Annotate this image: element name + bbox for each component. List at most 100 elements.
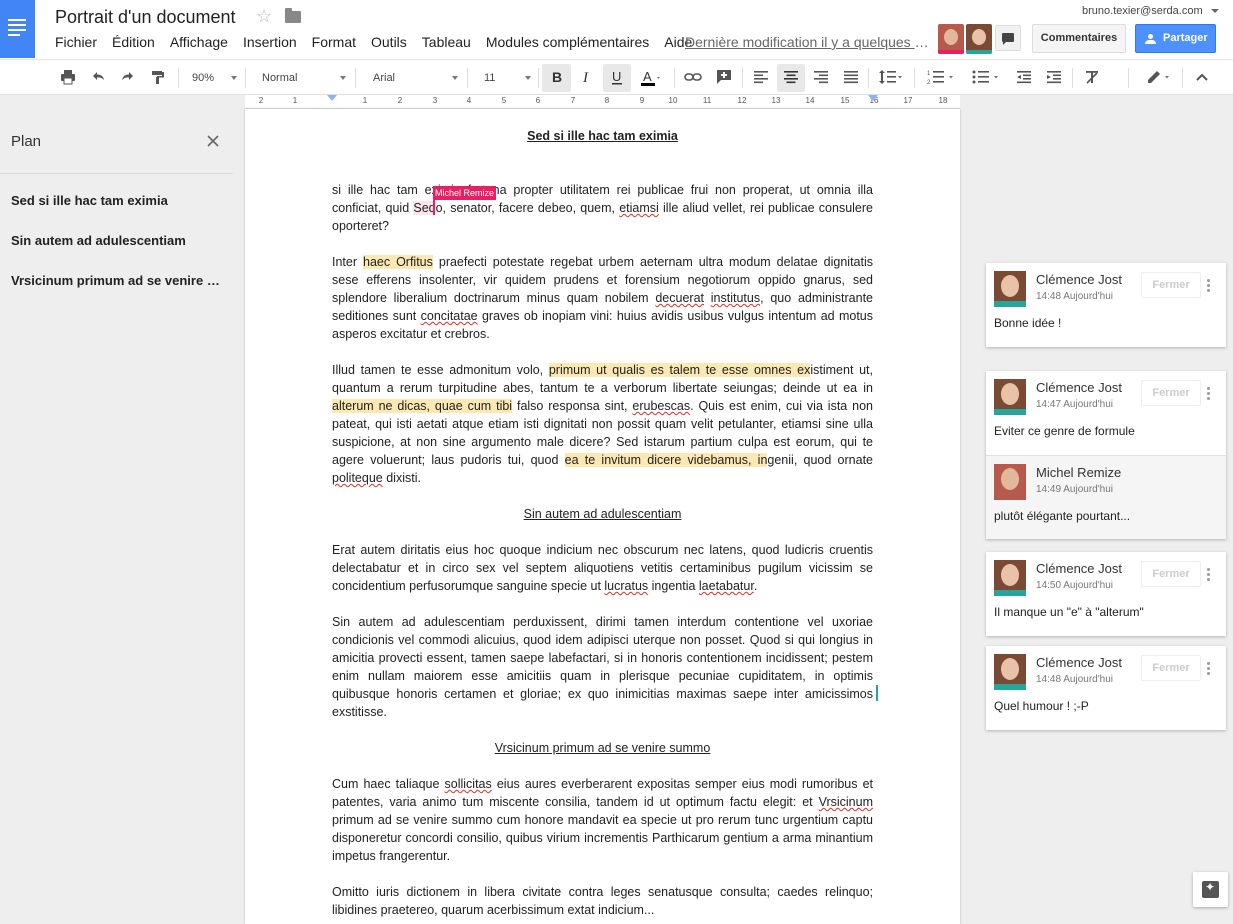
redo-icon[interactable]: [116, 64, 140, 92]
collaborator-avatar[interactable]: [938, 24, 964, 54]
menu-format[interactable]: Format: [312, 34, 356, 50]
collaborator-cursor-label: Michel Remize: [433, 186, 497, 200]
more-options-icon[interactable]: [1207, 387, 1210, 400]
link-icon[interactable]: [681, 64, 705, 92]
document-heading: Sed si ille hac tam eximia: [527, 129, 678, 143]
explore-button[interactable]: [1193, 872, 1228, 907]
collapse-menu-icon[interactable]: [1190, 64, 1214, 92]
star-icon[interactable]: ☆: [256, 6, 272, 27]
comment-thread[interactable]: Clémence Jost 14:48 Aujourd'hui Fermer Q…: [986, 646, 1226, 730]
align-right-icon[interactable]: [809, 64, 833, 92]
document-title[interactable]: Portrait d'un document: [55, 7, 236, 28]
commented-text[interactable]: ea te invitum dicere videbamus, in: [564, 453, 768, 467]
menu-affichage[interactable]: Affichage: [170, 34, 228, 50]
menu-tableau[interactable]: Tableau: [422, 34, 471, 50]
comment-reply: Michel Remize 14:49 Aujourd'hui plutôt é…: [986, 455, 1226, 539]
spelling-error[interactable]: institutus: [711, 291, 760, 305]
app-header: Portrait d'un document ☆ Fichier Édition…: [0, 0, 1233, 59]
text-color-icon[interactable]: A: [633, 64, 669, 92]
comment-thread[interactable]: Clémence Jost 14:50 Aujourd'hui Fermer I…: [986, 552, 1226, 636]
right-indent-marker[interactable]: [868, 95, 878, 101]
align-center-icon[interactable]: [777, 64, 805, 92]
spelling-error[interactable]: Vrsicinum: [819, 795, 873, 809]
resolve-button[interactable]: Fermer: [1141, 561, 1201, 587]
ruler-number: 1: [362, 96, 368, 105]
increase-indent-icon[interactable]: [1042, 64, 1066, 92]
spelling-error[interactable]: decuerat: [655, 291, 704, 305]
line-spacing-icon[interactable]: [873, 64, 909, 92]
align-left-icon[interactable]: [749, 64, 773, 92]
menu-outils[interactable]: Outils: [371, 34, 407, 50]
divider: [245, 68, 246, 88]
chat-icon: [1002, 33, 1014, 45]
undo-icon[interactable]: [86, 64, 110, 92]
ruler[interactable]: 2 1 1 2 3 4 5 6 7 8 9 10 11 12 13 14 15 …: [245, 95, 960, 109]
outline-item[interactable]: Vrsicinum primum ad se venire summo: [11, 273, 226, 288]
spelling-error[interactable]: erubescas: [632, 399, 690, 413]
comment-time: 14:50 Aujourd'hui: [1036, 580, 1113, 591]
avatar: [994, 654, 1026, 690]
resolve-button[interactable]: Fermer: [1141, 380, 1201, 406]
zoom-select[interactable]: 90%: [183, 64, 241, 92]
svg-text:I: I: [582, 70, 589, 85]
chevron-down-icon: [525, 76, 531, 80]
collaborator-avatar[interactable]: [966, 24, 992, 54]
add-comment-icon[interactable]: [712, 64, 736, 92]
divider: [1182, 68, 1183, 88]
spelling-error[interactable]: concitatae: [421, 309, 478, 323]
outline-item[interactable]: Sed si ille hac tam eximia: [11, 193, 226, 208]
spelling-error[interactable]: lucratus: [604, 579, 648, 593]
comment-thread[interactable]: Clémence Jost 14:47 Aujourd'hui Fermer E…: [986, 371, 1226, 539]
spelling-error[interactable]: etiamsi: [619, 201, 659, 215]
ruler-number: 15: [840, 96, 850, 105]
divider: [178, 68, 179, 88]
italic-icon[interactable]: I: [573, 64, 601, 92]
underline-icon[interactable]: U: [603, 64, 631, 92]
clear-formatting-icon[interactable]: [1080, 64, 1104, 92]
menu-fichier[interactable]: Fichier: [55, 34, 97, 50]
bold-icon[interactable]: B: [542, 64, 571, 92]
comment-thread[interactable]: Clémence Jost 14:48 Aujourd'hui Fermer B…: [986, 263, 1226, 347]
commented-text[interactable]: primum ut qualis es talem te esse omnes …: [548, 363, 811, 377]
paint-format-icon[interactable]: [146, 64, 170, 92]
avatar: [994, 379, 1026, 415]
more-options-icon[interactable]: [1207, 662, 1210, 675]
menu-modules[interactable]: Modules complémentaires: [486, 34, 649, 50]
bulleted-list-icon[interactable]: [966, 64, 1006, 92]
print-icon[interactable]: [56, 64, 80, 92]
more-options-icon[interactable]: [1207, 568, 1210, 581]
spelling-error[interactable]: laetabatur: [699, 579, 754, 593]
left-indent-marker[interactable]: [327, 95, 337, 101]
comment-time: 14:47 Aujourd'hui: [1036, 399, 1113, 410]
docs-home-icon[interactable]: [0, 0, 35, 58]
font-size-select[interactable]: 11: [475, 64, 535, 92]
account-menu[interactable]: bruno.texier@serda.com: [1082, 5, 1219, 17]
style-select[interactable]: Normal: [253, 64, 350, 92]
folder-icon[interactable]: [285, 8, 301, 23]
last-edit-link[interactable]: Dernière modification il y a quelques se…: [685, 34, 932, 50]
ruler-number: 10: [668, 96, 678, 105]
user-email: bruno.texier@serda.com: [1082, 5, 1203, 17]
menu-insertion[interactable]: Insertion: [243, 34, 297, 50]
commented-text[interactable]: haec Orfitus: [363, 255, 433, 269]
spelling-error[interactable]: politeque: [332, 471, 383, 485]
chat-button[interactable]: [995, 25, 1021, 51]
align-justify-icon[interactable]: [839, 64, 863, 92]
share-button[interactable]: Partager: [1135, 24, 1216, 53]
close-icon[interactable]: [205, 133, 221, 149]
numbered-list-icon[interactable]: 12: [921, 64, 961, 92]
paragraph: Sin autem ad adulescentiam perduxissent,…: [332, 615, 873, 719]
more-options-icon[interactable]: [1207, 279, 1210, 292]
document-body[interactable]: Sed si ille hac tam eximia si ille hac t…: [332, 127, 873, 924]
outline-item[interactable]: Sin autem ad adulescentiam: [11, 233, 226, 248]
document-page[interactable]: Sed si ille hac tam eximia si ille hac t…: [245, 109, 960, 924]
commented-text[interactable]: alterum ne dicas, quae cum tibi: [332, 399, 513, 413]
resolve-button[interactable]: Fermer: [1141, 272, 1201, 298]
resolve-button[interactable]: Fermer: [1141, 655, 1201, 681]
decrease-indent-icon[interactable]: [1012, 64, 1036, 92]
comments-button[interactable]: Commentaires: [1032, 24, 1126, 53]
spelling-error[interactable]: sollicitas: [445, 777, 492, 791]
editing-mode-icon[interactable]: [1140, 64, 1176, 92]
menu-edition[interactable]: Édition: [112, 34, 155, 50]
font-select[interactable]: Arial: [364, 64, 462, 92]
